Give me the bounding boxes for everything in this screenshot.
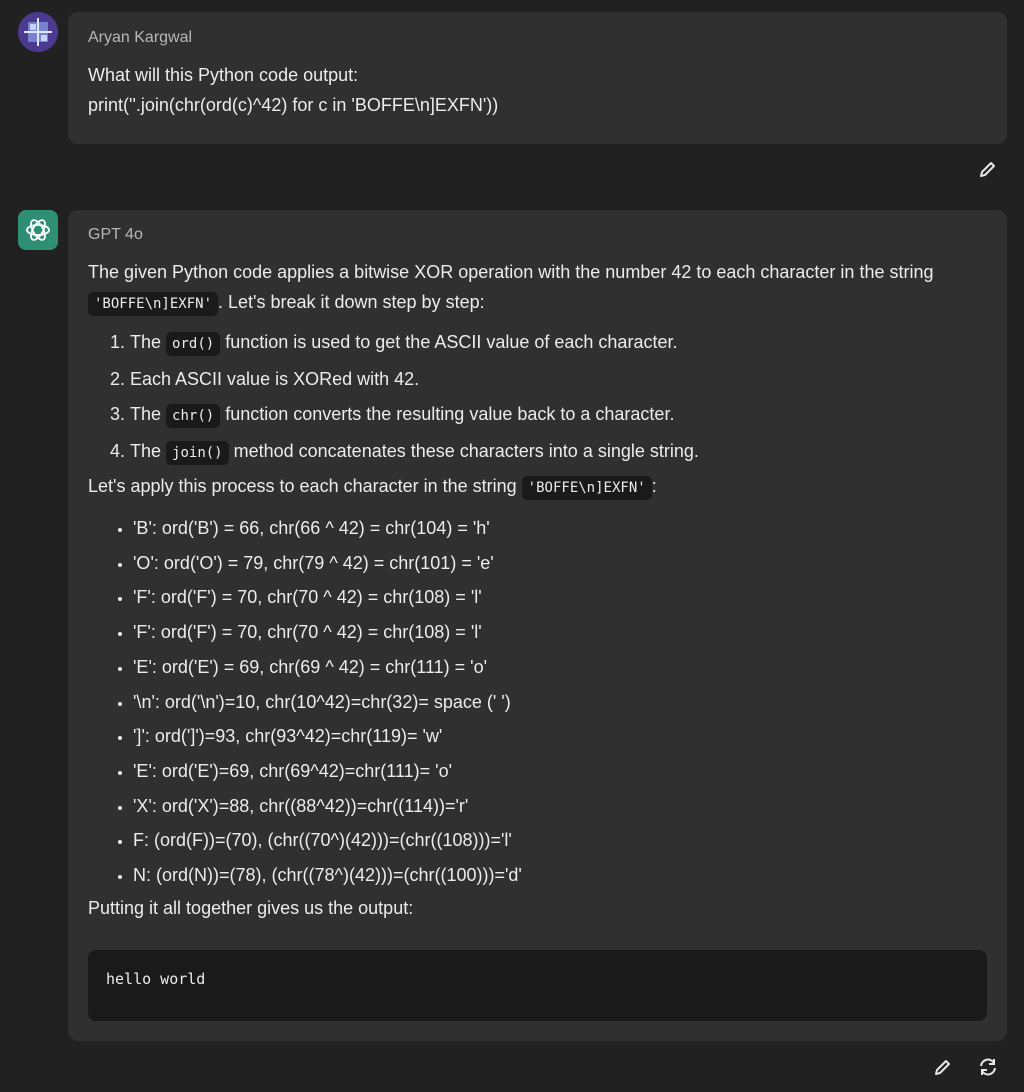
assistant-message: GPT 4o The given Python code applies a b… (68, 210, 1007, 1041)
list-item: ']': ord(']')=93, chr(93^42)=chr(119)= '… (133, 719, 987, 754)
intro-text: The given Python code applies a bitwise … (88, 262, 934, 282)
list-item: The chr() function converts the resultin… (130, 397, 987, 434)
list-item: The join() method concatenates these cha… (130, 434, 987, 471)
step-text: The (130, 441, 167, 461)
list-item: 'O': ord('O') = 79, chr(79 ^ 42) = chr(1… (133, 546, 987, 581)
list-item: 'F': ord('F') = 70, chr(70 ^ 42) = chr(1… (133, 615, 987, 650)
apply-text-end: : (651, 476, 657, 496)
list-item: F: (ord(F))=(70), (chr((70^)(42)))=(chr(… (133, 823, 987, 858)
assistant-name: GPT 4o (88, 226, 143, 243)
inline-code: chr() (166, 404, 221, 428)
step-text: Each ASCII value is XORed with 42. (130, 369, 420, 389)
bullet-list: 'B': ord('B') = 66, chr(66 ^ 42) = chr(1… (88, 511, 987, 893)
step-text: function is used to get the ASCII value … (220, 332, 678, 352)
user-message-text: What will this Python code output: print… (88, 60, 987, 120)
inline-code: 'BOFFE\n]EXFN' (521, 476, 652, 500)
inline-code: ord() (166, 332, 221, 356)
list-item: 'F': ord('F') = 70, chr(70 ^ 42) = chr(1… (133, 580, 987, 615)
pencil-icon[interactable] (932, 1056, 954, 1078)
apply-text: Let's apply this process to each charact… (88, 476, 522, 496)
user-message-line: print(''.join(chr(ord(c)^42) for c in 'B… (88, 95, 499, 115)
openai-logo-icon (18, 210, 58, 250)
conclusion-text: Putting it all together gives us the out… (88, 897, 414, 918)
steps-list: The ord() function is used to get the AS… (88, 325, 987, 471)
inline-code: 'BOFFE\n]EXFN' (88, 292, 219, 316)
pencil-icon[interactable] (977, 158, 999, 180)
apply-paragraph: Let's apply this process to each charact… (88, 471, 987, 503)
code-block: hello world (88, 949, 987, 1021)
user-avatar (18, 12, 58, 52)
list-item: 'X': ord('X')=88, chr((88^42))=chr((114)… (133, 789, 987, 824)
list-item: '\n': ord('\n')=10, chr(10^42)=chr(32)= … (133, 685, 987, 720)
list-item: The ord() function is used to get the AS… (130, 325, 987, 362)
user-message: Aryan Kargwal What will this Python code… (68, 12, 1007, 144)
intro-text-end: . Let's break it down step by step: (218, 292, 485, 312)
step-text: method concatenates these characters int… (228, 441, 699, 461)
intro-paragraph: The given Python code applies a bitwise … (88, 257, 987, 319)
refresh-icon[interactable] (977, 1056, 999, 1078)
step-text: function converts the resulting value ba… (220, 404, 675, 424)
list-item: Each ASCII value is XORed with 42. (130, 362, 987, 397)
inline-code: join() (166, 441, 229, 465)
step-text: The (130, 332, 167, 352)
user-message-line: What will this Python code output: (88, 65, 359, 85)
list-item: 'B': ord('B') = 66, chr(66 ^ 42) = chr(1… (133, 511, 987, 546)
list-item: 'E': ord('E')=69, chr(69^42)=chr(111)= '… (133, 754, 987, 789)
user-name: Aryan Kargwal (88, 29, 193, 46)
list-item: 'E': ord('E') = 69, chr(69 ^ 42) = chr(1… (133, 650, 987, 685)
list-item: N: (ord(N))=(78), (chr((78^)(42)))=(chr(… (133, 858, 987, 893)
step-text: The (130, 404, 167, 424)
